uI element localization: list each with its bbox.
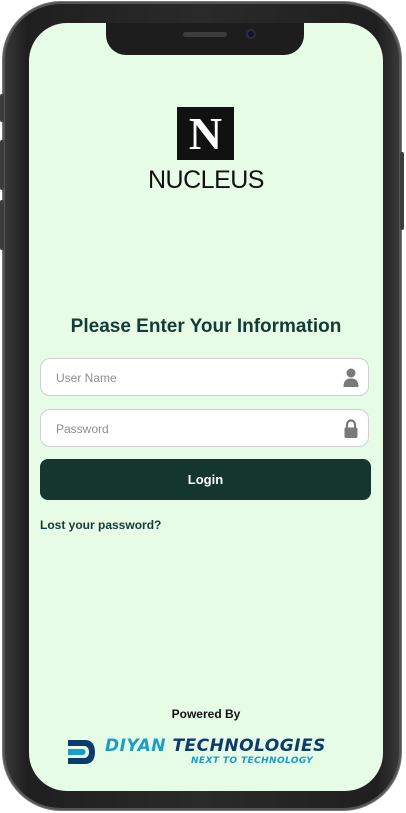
mute-switch [0, 94, 4, 122]
powered-by-label: Powered By [171, 707, 241, 721]
password-field[interactable] [40, 409, 369, 448]
username-field[interactable] [40, 358, 369, 397]
lock-icon [344, 419, 358, 438]
username-input[interactable] [54, 359, 338, 397]
notch [106, 23, 304, 55]
volume-down-button [0, 200, 4, 250]
login-button[interactable]: Login [40, 459, 371, 500]
company-name-part2: TECHNOLOGIES [172, 736, 326, 756]
speaker [183, 32, 227, 37]
form-heading: Please Enter Your Information [70, 316, 342, 337]
phone-frame: N NUCLEUS Please Enter Your Information … [0, 2, 404, 810]
power-button [400, 152, 404, 230]
brand-name: NUCLEUS [148, 166, 264, 194]
user-icon [343, 368, 359, 387]
password-input[interactable] [54, 410, 338, 448]
diyan-technologies-logo: DIYAN TECHNOLOGIES NEXT TO TECHNOLOGY [65, 735, 347, 769]
diyan-mark-icon [68, 740, 95, 764]
app-screen: N NUCLEUS Please Enter Your Information … [29, 23, 383, 791]
logo-letter: N [188, 107, 223, 159]
company-tagline: NEXT TO TECHNOLOGY [191, 756, 314, 766]
nucleus-logo: N [177, 107, 234, 160]
lost-password-link[interactable]: Lost your password? [40, 518, 161, 532]
volume-up-button [0, 140, 4, 190]
company-name-part1: DIYAN [105, 736, 167, 756]
camera-icon [246, 29, 256, 39]
company-name: DIYAN TECHNOLOGIES [105, 736, 326, 756]
